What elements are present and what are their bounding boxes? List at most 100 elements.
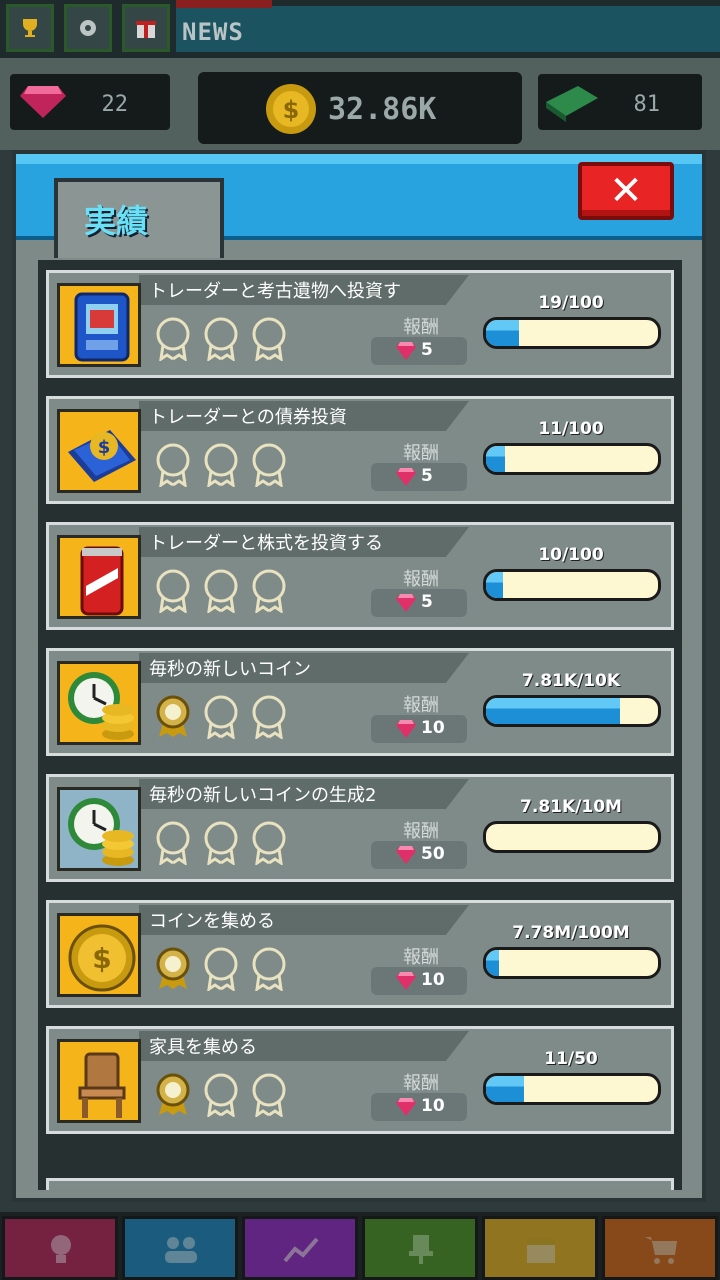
nav-market-button[interactable] xyxy=(242,1216,358,1280)
bottom-nav xyxy=(0,1212,720,1280)
gem-counter[interactable]: 22 xyxy=(10,74,170,130)
progress-text: 11/50 xyxy=(544,1049,598,1069)
reward-label: 報酬 xyxy=(403,695,439,716)
svg-text:$: $ xyxy=(92,942,111,975)
reward-value: 5 xyxy=(421,466,433,486)
medal-empty-icon xyxy=(153,317,193,363)
achievement-row[interactable]: トレーダーとの債券投資 $ 報酬 5 11/100 xyxy=(46,396,674,504)
progress-text: 7.81K/10M xyxy=(520,797,622,817)
gift-icon xyxy=(136,21,156,38)
achievement-row[interactable]: 毎秒の新しいコインの生成2 報酬 50 7.81K/10M xyxy=(46,774,674,882)
panel-title: 実績 xyxy=(84,202,149,240)
medal-slots xyxy=(153,821,293,869)
gem-count: 22 xyxy=(101,92,129,117)
progress-bar xyxy=(483,821,661,853)
achievement-row[interactable]: トレーダーと考古遺物へ投資す 報酬 5 19/100 xyxy=(46,270,674,378)
reward-label: 報酬 xyxy=(403,821,439,842)
nav-events-button[interactable] xyxy=(482,1216,598,1280)
gear-icon xyxy=(80,20,96,36)
progress-fill xyxy=(486,698,621,724)
progress-text: 19/100 xyxy=(538,293,604,313)
medal-empty-icon xyxy=(201,821,241,867)
news-tab-accent xyxy=(176,0,272,8)
reward-value: 10 xyxy=(421,718,445,738)
progress-text: 7.81K/10K xyxy=(521,671,621,691)
nav-office-button[interactable] xyxy=(362,1216,478,1280)
progress-bar xyxy=(483,317,661,349)
medal-earned-icon xyxy=(153,1073,193,1117)
news-ticker[interactable]: NEWS xyxy=(176,0,720,52)
achievement-name: トレーダーとの債券投資 xyxy=(149,407,347,428)
medal-empty-icon xyxy=(201,1073,241,1119)
artifact-card-icon xyxy=(57,283,141,367)
medal-empty-icon xyxy=(201,569,241,615)
trophy-button[interactable] xyxy=(6,4,54,52)
coin-count: 32.86K xyxy=(328,92,437,127)
progress-fill xyxy=(486,446,505,472)
soda-can-icon xyxy=(57,535,141,619)
gem-icon xyxy=(395,1097,417,1117)
achievement-row[interactable]: コインを集める $ 報酬 10 7.78M/100M xyxy=(46,900,674,1008)
progress-fill xyxy=(486,572,504,598)
close-button[interactable]: ✕ xyxy=(578,162,674,220)
achievement-list[interactable]: トレーダーと考古遺物へ投資す 報酬 5 19/100 トレーダーとの債券投資 $ 報酬 5 11… xyxy=(38,260,682,1190)
medal-slots xyxy=(153,569,293,617)
achievement-row[interactable]: トレーダーと株式を投資する 報酬 5 10/100 xyxy=(46,522,674,630)
reward-label: 報酬 xyxy=(403,569,439,590)
nav-shop-button[interactable] xyxy=(602,1216,718,1280)
medal-empty-icon xyxy=(249,569,289,615)
medal-empty-icon xyxy=(153,569,193,615)
gem-icon xyxy=(395,719,417,739)
lightbulb-icon xyxy=(43,1233,79,1265)
clock-coins-icon xyxy=(57,661,141,745)
progress-fill xyxy=(486,1076,524,1102)
progress-fill xyxy=(486,320,519,346)
cash-counter[interactable]: 81 xyxy=(538,74,702,130)
clock-coins-icon xyxy=(57,787,141,871)
medal-slots xyxy=(153,1073,293,1121)
gem-icon xyxy=(395,845,417,865)
medal-empty-icon xyxy=(201,947,241,993)
reward-label: 報酬 xyxy=(403,443,439,464)
reward-value: 5 xyxy=(421,340,433,360)
medal-empty-icon xyxy=(249,443,289,489)
gem-icon xyxy=(395,971,417,991)
settings-button[interactable] xyxy=(64,4,112,52)
medal-empty-icon xyxy=(249,947,289,993)
achievement-row[interactable]: 毎秒の新しいコイン報酬 10 7.81K/10K xyxy=(46,648,674,756)
progress-bar xyxy=(483,1073,661,1105)
achievement-name: 毎秒の新しいコイン xyxy=(149,659,311,680)
medal-earned-icon xyxy=(153,695,193,739)
progress-text: 10/100 xyxy=(538,545,604,565)
achievement-name: 毎秒の新しいコインの生成2 xyxy=(149,785,377,806)
svg-text:$: $ xyxy=(98,437,111,458)
achievement-name: トレーダーと株式を投資する xyxy=(149,533,383,554)
gift-button[interactable] xyxy=(122,4,170,52)
bond-certificate-icon: $ xyxy=(57,409,141,493)
gold-coin-icon: $ xyxy=(57,913,141,997)
nav-staff-button[interactable] xyxy=(122,1216,238,1280)
medal-slots xyxy=(153,695,293,743)
medal-empty-icon xyxy=(249,1073,289,1119)
reward-pill: 5 xyxy=(371,337,467,365)
nav-ideas-button[interactable] xyxy=(2,1216,118,1280)
reward-label: 報酬 xyxy=(403,1073,439,1094)
achievements-panel: 実績 ✕ トレーダーと考古遺物へ投資す 報酬 5 19/100 トレーダーとの債券投資 $… xyxy=(12,150,706,1202)
reward-pill: 5 xyxy=(371,589,467,617)
close-icon: ✕ xyxy=(609,168,643,214)
cash-count: 81 xyxy=(633,92,661,117)
medal-empty-icon xyxy=(153,443,193,489)
coin-counter[interactable]: $ 32.86K xyxy=(198,72,522,144)
calendar-icon xyxy=(523,1233,559,1265)
progress-fill xyxy=(486,950,500,976)
medal-earned-icon xyxy=(153,947,193,991)
reward-value: 5 xyxy=(421,592,433,612)
achievement-row[interactable]: 家具を集める 報酬 10 11/50 xyxy=(46,1026,674,1134)
medal-slots xyxy=(153,947,293,995)
reward-label: 報酬 xyxy=(403,317,439,338)
achievement-row-partial xyxy=(46,1178,674,1190)
reward-pill: 10 xyxy=(371,1093,467,1121)
medal-empty-icon xyxy=(201,443,241,489)
cart-icon xyxy=(643,1233,679,1265)
svg-text:$: $ xyxy=(283,96,300,124)
